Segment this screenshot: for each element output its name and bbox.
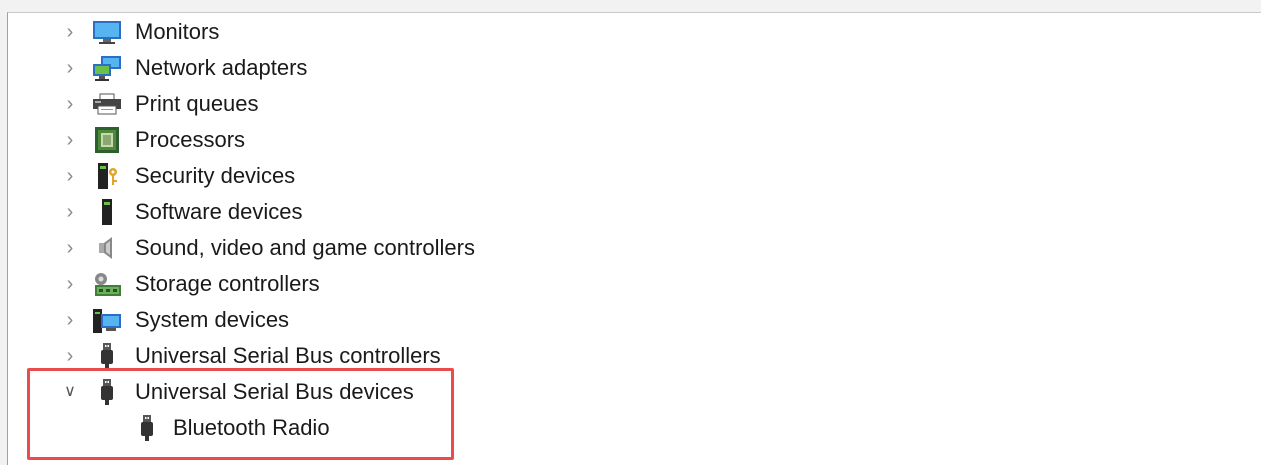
tree-item-security-devices[interactable]: › Security devices [8,158,908,194]
tree-item-software-devices[interactable]: › Software devices [8,194,908,230]
tree-item-monitors[interactable]: › Monitors [8,14,908,50]
tree-item-network-adapters[interactable]: › Network adapters [8,50,908,86]
tree-item-label: Software devices [135,199,303,224]
tree-item-label: Monitors [135,19,220,44]
chevron-right-icon[interactable]: › [58,128,82,152]
tree-item-bluetooth-radio[interactable]: Bluetooth Radio [8,410,908,446]
tree-item-usb-devices[interactable]: ∨ Universal Serial Bus devices [8,374,908,410]
security-device-icon [98,163,117,189]
chevron-down-icon[interactable]: ∨ [58,380,82,404]
tree-item-label: Universal Serial Bus controllers [135,343,441,368]
tree-item-label: Sound, video and game controllers [135,235,475,260]
tree-item-label: Storage controllers [135,271,320,296]
tree-item-system-devices[interactable]: › System devices [8,302,908,338]
monitor-icon [93,21,121,44]
chevron-right-icon[interactable]: › [58,236,82,260]
chevron-right-icon[interactable]: › [58,344,82,368]
chevron-right-icon[interactable]: › [58,272,82,296]
usb-plug-icon [101,379,113,405]
software-device-icon [102,199,112,225]
tree-item-processors[interactable]: › Processors [8,122,908,158]
tree-item-label: Universal Serial Bus devices [135,379,414,404]
chevron-right-icon[interactable]: › [58,56,82,80]
tree-item-label: System devices [135,307,290,332]
tree-item-label: Processors [135,127,246,152]
storage-controller-icon [95,273,121,296]
tree-item-print-queues[interactable]: › Print queues [8,86,908,122]
usb-plug-icon [141,415,153,441]
chevron-right-icon[interactable]: › [58,308,82,332]
printer-icon [93,93,121,115]
tree-item-label: Bluetooth Radio [173,415,330,440]
tree-item-label: Security devices [135,163,296,188]
system-device-icon [93,309,121,333]
processor-icon [95,127,119,153]
chevron-right-icon[interactable]: › [58,200,82,224]
network-adapter-icon [93,56,121,81]
tree-item-label: Print queues [135,91,259,116]
device-tree: › Monitors › Network adapters › Print qu… [7,12,1261,465]
tree-item-sound-video-game-controllers[interactable]: › Sound, video and game controllers [8,230,908,266]
chevron-right-icon[interactable]: › [58,164,82,188]
tree-item-storage-controllers[interactable]: › Storage controllers [8,266,908,302]
chevron-right-icon[interactable]: › [58,20,82,44]
tree-item-usb-controllers[interactable]: › Universal Serial Bus controllers [8,338,908,374]
tree-item-label: Network adapters [135,55,308,80]
speaker-icon [99,237,112,259]
usb-plug-icon [101,343,113,369]
chevron-right-icon[interactable]: › [58,92,82,116]
